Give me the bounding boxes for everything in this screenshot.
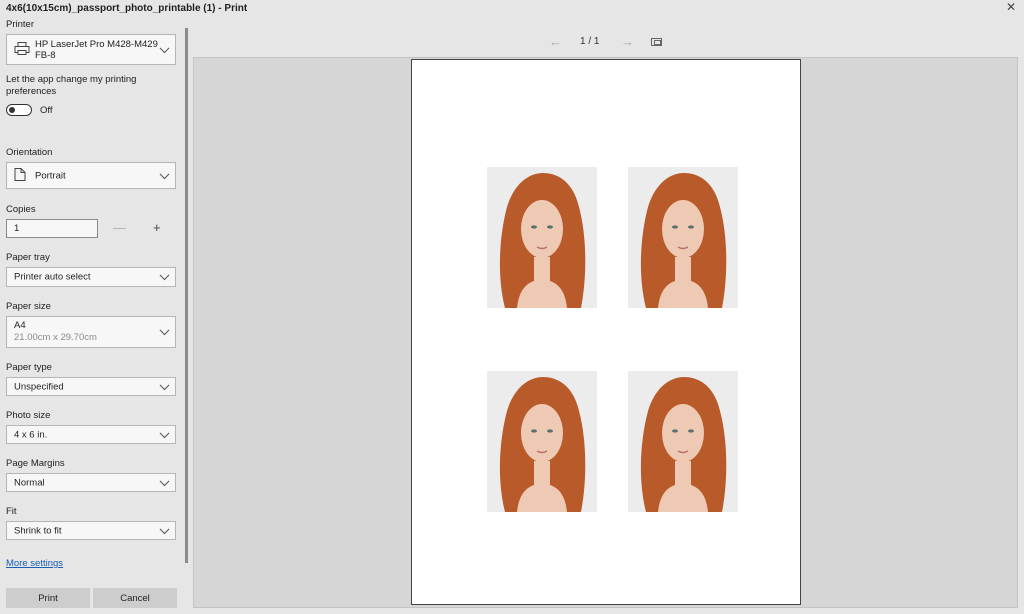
close-icon[interactable]: ✕: [1006, 0, 1016, 14]
fit-value: Shrink to fit: [14, 525, 62, 536]
copies-decrement-button[interactable]: —: [113, 220, 126, 235]
type-label: Paper type: [6, 362, 52, 373]
tray-value: Printer auto select: [14, 271, 91, 283]
chevron-down-icon: [159, 475, 170, 486]
chevron-down-icon: [159, 325, 170, 336]
type-select[interactable]: Unspecified: [6, 377, 176, 396]
orientation-value: Portrait: [35, 170, 66, 181]
fit-page-icon[interactable]: [651, 38, 662, 46]
copies-label: Copies: [6, 204, 36, 215]
fit-label: Fit: [6, 506, 17, 517]
chevron-down-icon: [159, 427, 170, 438]
chevron-down-icon: [159, 270, 170, 281]
margins-label: Page Margins: [6, 458, 65, 469]
preview-page: [411, 59, 801, 605]
settings-scrollbar[interactable]: [185, 28, 188, 563]
pref-label: Let the app change my printing preferenc…: [6, 74, 137, 97]
printer-icon: [14, 41, 30, 58]
more-settings-link[interactable]: More settings: [6, 558, 63, 569]
printer-select[interactable]: HP LaserJet Pro M428-M429 FB-8: [6, 34, 176, 65]
page-indicator: 1 / 1: [580, 36, 600, 47]
copies-increment-button[interactable]: +: [153, 220, 161, 235]
margins-value: Normal: [14, 477, 45, 488]
cancel-button[interactable]: Cancel: [93, 588, 177, 608]
chevron-down-icon: [159, 168, 170, 179]
chevron-down-icon: [159, 379, 170, 390]
orientation-label: Orientation: [6, 147, 53, 158]
size-value: A4 21.00cm x 29.70cm: [14, 320, 97, 343]
orientation-select[interactable]: Portrait: [6, 162, 176, 189]
prev-page-icon[interactable]: ←: [549, 34, 562, 49]
printer-name: HP LaserJet Pro M428-M429 FB-8: [35, 38, 158, 61]
pref-toggle[interactable]: [6, 104, 32, 116]
tray-select[interactable]: Printer auto select: [6, 267, 176, 287]
window-title: 4x6(10x15cm)_passport_photo_printable (1…: [6, 3, 248, 14]
photo-size-label: Photo size: [6, 410, 51, 421]
photo-size-select[interactable]: 4 x 6 in.: [6, 425, 176, 444]
size-select[interactable]: A4 21.00cm x 29.70cm: [6, 316, 176, 348]
chevron-down-icon: [159, 523, 170, 534]
type-value: Unspecified: [14, 381, 64, 392]
passport-photo: [628, 167, 738, 308]
chevron-down-icon: [159, 42, 170, 53]
pref-state: Off: [40, 105, 53, 116]
margins-select[interactable]: Normal: [6, 473, 176, 492]
next-page-icon[interactable]: →: [621, 34, 634, 49]
toggle-knob: [9, 106, 15, 113]
size-label: Paper size: [6, 301, 51, 312]
printer-label: Printer: [6, 19, 34, 30]
passport-photo: [628, 371, 738, 512]
photo-size-value: 4 x 6 in.: [14, 429, 48, 440]
passport-photo: [487, 167, 597, 308]
fit-select[interactable]: Shrink to fit: [6, 521, 176, 540]
copies-input[interactable]: 1: [6, 219, 98, 238]
tray-label: Paper tray: [6, 252, 50, 263]
print-button[interactable]: Print: [6, 588, 90, 608]
passport-photo: [487, 371, 597, 512]
page-icon: [14, 167, 26, 184]
settings-panel: Printer HP LaserJet Pro M428-M429 FB-8 L…: [0, 16, 186, 614]
